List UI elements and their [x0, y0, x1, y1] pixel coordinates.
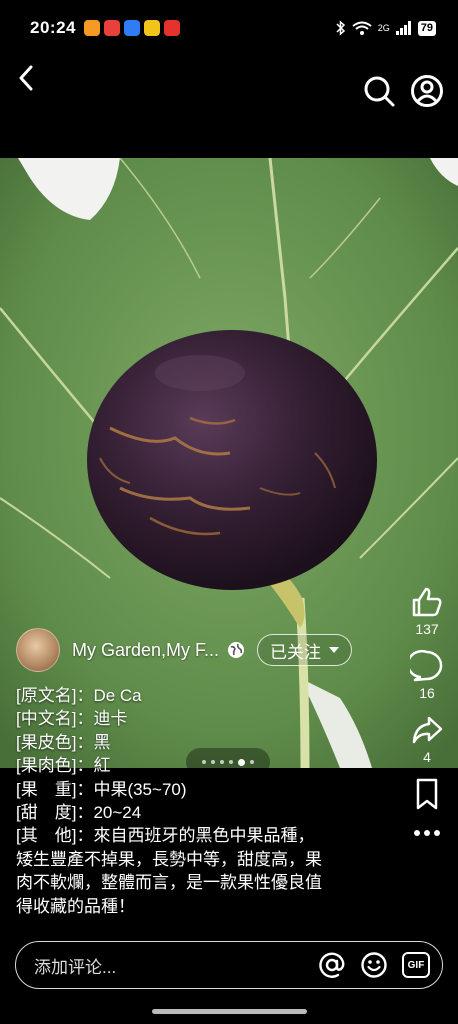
more-dots-icon	[414, 830, 440, 836]
comment-bubble-icon	[410, 649, 443, 682]
battery-indicator: 79	[417, 20, 436, 36]
status-bar: 20:24 2G 79	[0, 0, 458, 56]
globe-icon	[228, 642, 245, 658]
fig-on-leaf-image	[0, 158, 458, 768]
comment-count: 16	[419, 685, 435, 701]
post-photo[interactable]	[0, 158, 458, 768]
thumbs-up-icon	[412, 587, 442, 617]
description-line: [中文名]：迪卡	[16, 709, 128, 729]
description-line: 肉不軟爛，整體而言，是一款果性優良值	[16, 873, 322, 893]
back-button[interactable]	[12, 62, 40, 94]
more-options-button[interactable]	[404, 823, 450, 843]
chevron-left-icon	[19, 65, 33, 91]
comment-placeholder: 添加评论...	[34, 957, 117, 977]
side-actions: 137 16 4	[404, 585, 450, 855]
author-name[interactable]: My Garden,My F...	[72, 640, 219, 661]
follow-label: 已关注	[270, 642, 322, 662]
description-line: [果皮色]：黑	[16, 732, 111, 752]
like-count: 137	[415, 621, 439, 637]
app-notification-icon	[83, 20, 100, 36]
wifi-icon	[352, 21, 372, 35]
description-line: 矮生豐產不掉果，長勢中等，甜度高，果	[16, 849, 322, 869]
comment-tools: GIF	[318, 951, 430, 979]
app-notification-icon	[123, 20, 140, 36]
description-line: [原文名]：De Ca	[16, 686, 142, 705]
search-button[interactable]	[362, 74, 396, 108]
share-button[interactable]: 4	[404, 713, 450, 765]
app-notification-icon	[163, 20, 180, 36]
user-circle-icon	[411, 75, 443, 107]
app-notification-icon	[103, 20, 120, 36]
home-indicator[interactable]	[152, 1009, 307, 1014]
comment-button[interactable]: 16	[404, 649, 450, 701]
post-description: [原文名]：De Ca [中文名]：迪卡 [果皮色]：黑 [果肉色]：紅 [果 …	[16, 684, 386, 918]
avatar[interactable]	[16, 628, 60, 672]
like-button[interactable]: 137	[404, 585, 450, 637]
description-line: 得收藏的品種！	[16, 896, 135, 916]
app-notification-icon	[143, 20, 160, 36]
profile-button[interactable]	[410, 74, 444, 108]
bluetooth-icon	[336, 20, 345, 36]
share-count: 4	[423, 749, 431, 765]
mention-at-icon[interactable]	[318, 951, 346, 979]
follow-status-button[interactable]: 已关注	[257, 634, 353, 666]
description-line: [果肉色]：紅	[16, 756, 111, 776]
bookmark-icon	[416, 778, 438, 810]
status-time: 20:24	[30, 18, 76, 37]
description-line: [甜 度]：20~24	[16, 803, 142, 823]
save-button[interactable]	[404, 777, 450, 811]
status-indicators: 2G 79	[336, 20, 436, 36]
share-arrow-icon	[412, 716, 443, 744]
notification-icons	[83, 20, 180, 36]
emoji-smile-icon[interactable]	[360, 951, 388, 979]
author-row: My Garden,My F... 已关注	[16, 628, 396, 672]
comment-input[interactable]: 添加评论... GIF	[15, 941, 443, 989]
gif-button[interactable]: GIF	[402, 952, 430, 978]
description-line: [其 他]：來自西班牙的黑色中果品種，	[16, 826, 315, 846]
signal-icon	[395, 21, 411, 35]
network-type-label: 2G	[377, 23, 390, 33]
search-icon	[364, 76, 395, 107]
caret-down-icon	[329, 647, 340, 653]
top-nav	[0, 56, 458, 126]
description-line: [果 重]：中果(35~70)	[16, 779, 187, 799]
gif-label: GIF	[407, 959, 425, 971]
